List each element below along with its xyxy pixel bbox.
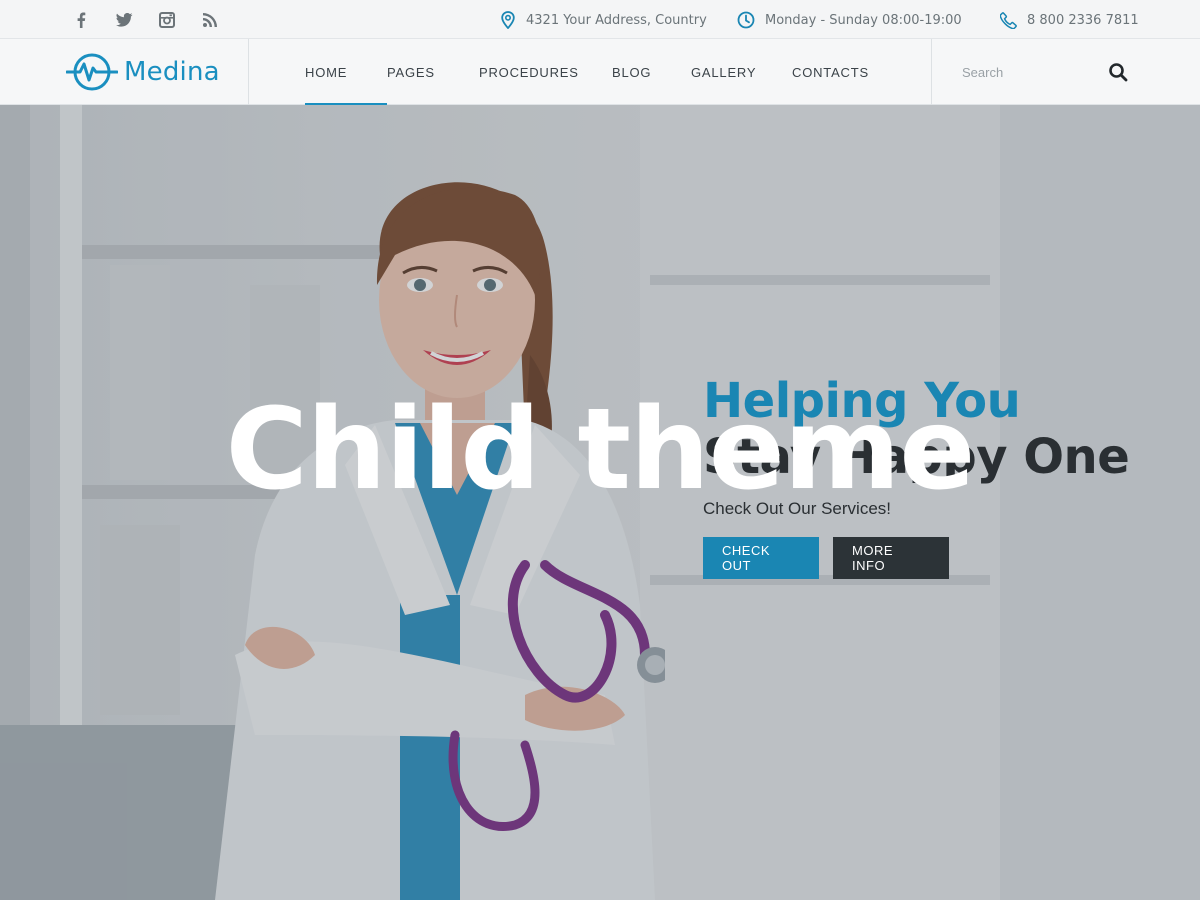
header-divider — [248, 39, 249, 105]
header-divider — [931, 39, 932, 105]
social-links — [72, 10, 219, 30]
twitter-icon[interactable] — [115, 11, 133, 29]
check-out-button[interactable]: CHECK OUT — [703, 537, 819, 579]
location-pin-icon — [501, 11, 515, 29]
search-box — [962, 39, 1132, 105]
main-header: Medina HOME PAGES PROCEDURES BLOG GALLER… — [0, 39, 1200, 106]
nav-gallery[interactable]: GALLERY — [691, 39, 792, 105]
instagram-icon[interactable] — [158, 11, 176, 29]
facebook-icon[interactable] — [72, 11, 90, 29]
nav-contacts[interactable]: CONTACTS — [792, 39, 892, 105]
rss-icon[interactable] — [201, 11, 219, 29]
search-input[interactable] — [962, 64, 1102, 80]
child-theme-label: Child theme — [225, 385, 976, 515]
nav-blog[interactable]: BLOG — [612, 39, 691, 105]
clock-icon — [737, 11, 755, 29]
phone-text[interactable]: 8 800 2336 7811 — [1027, 13, 1139, 28]
hero-buttons: CHECK OUT MORE INFO — [703, 537, 949, 579]
phone-info: 8 800 2336 7811 — [1000, 10, 1139, 30]
phone-icon — [1000, 11, 1017, 29]
hours-info: Monday - Sunday 08:00-19:00 — [737, 10, 962, 30]
hours-text: Monday - Sunday 08:00-19:00 — [765, 12, 962, 28]
nav-procedures[interactable]: PROCEDURES — [479, 39, 612, 105]
main-nav: HOME PAGES PROCEDURES BLOG GALLERY CONTA… — [305, 39, 892, 106]
nav-home[interactable]: HOME — [305, 39, 387, 106]
logo-text: Medina — [124, 57, 220, 87]
search-icon[interactable] — [1108, 62, 1128, 82]
heartbeat-logo-icon — [66, 53, 118, 91]
top-bar: 4321 Your Address, Country Monday - Sund… — [0, 0, 1200, 39]
nav-pages[interactable]: PAGES — [387, 39, 479, 105]
logo[interactable]: Medina — [66, 52, 220, 92]
address-info: 4321 Your Address, Country — [500, 10, 707, 30]
address-text: 4321 Your Address, Country — [526, 12, 707, 28]
more-info-button[interactable]: MORE INFO — [833, 537, 949, 579]
page: 4321 Your Address, Country Monday - Sund… — [0, 0, 1200, 900]
